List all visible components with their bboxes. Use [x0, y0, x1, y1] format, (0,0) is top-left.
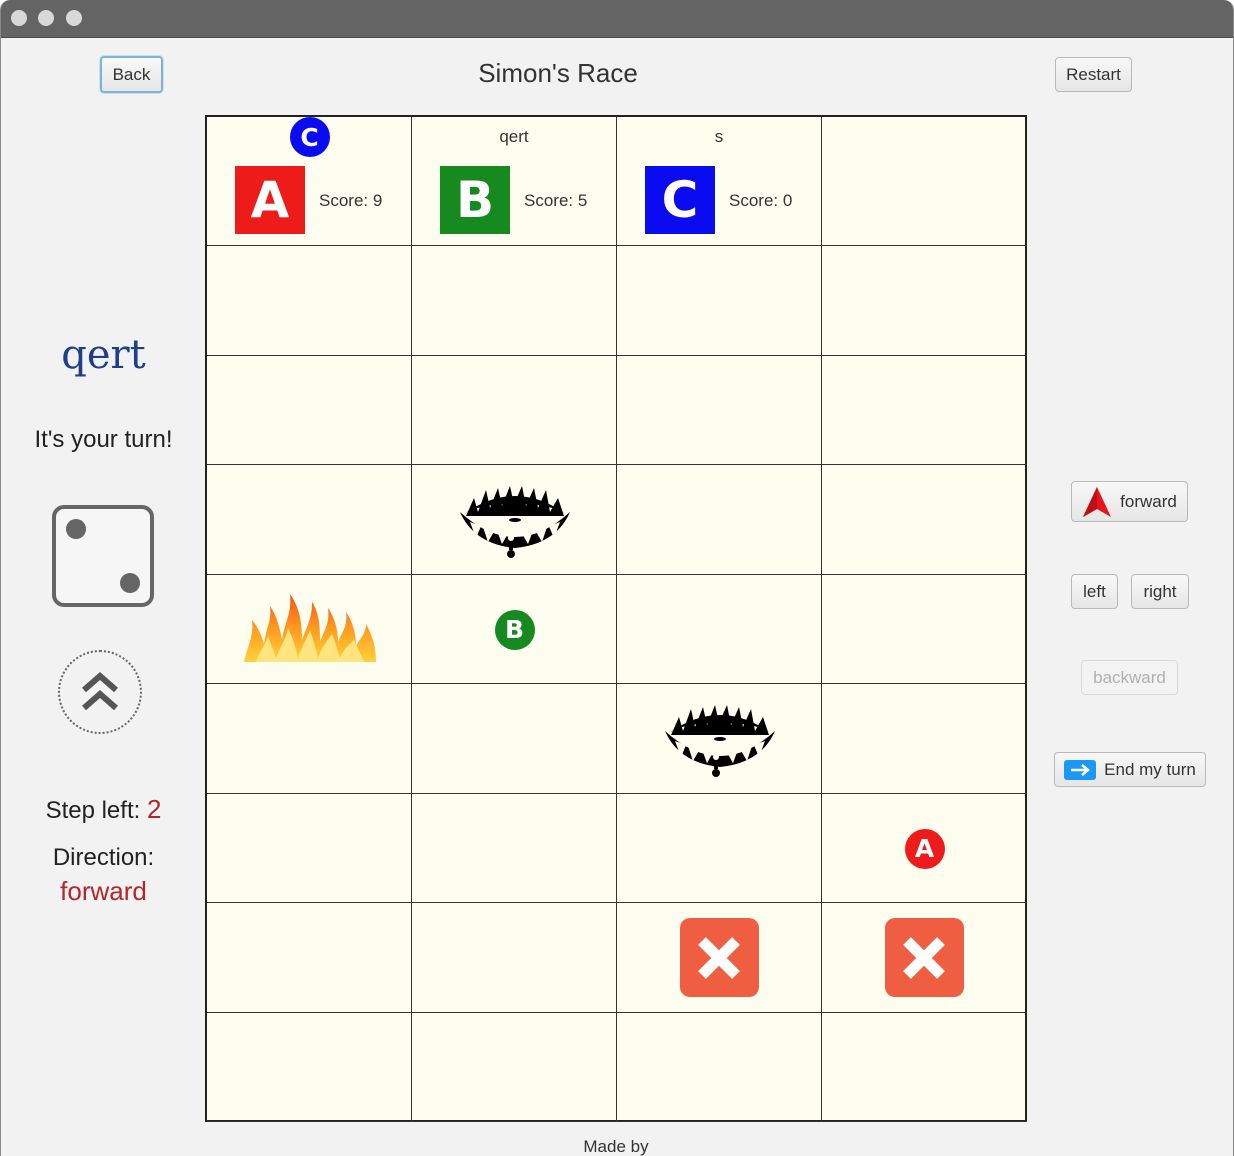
board-cell — [822, 684, 1027, 794]
board-cell — [617, 246, 822, 356]
step-left-indicator: Step left: 2 — [1, 794, 206, 825]
double-chevron-up-icon — [82, 672, 118, 711]
step-left-value: 2 — [146, 794, 162, 824]
direction-label: Direction: — [52, 844, 155, 871]
backward-button[interactable]: backward — [1081, 660, 1178, 695]
game-board: 1234 A Score: 9 qert B Score: 5 s C Scor… — [205, 115, 1027, 1122]
player-score: Score: 9 — [319, 191, 383, 210]
board-cell — [207, 794, 412, 903]
board-cell — [412, 684, 617, 794]
end-turn-label: End my turn — [1104, 759, 1196, 779]
minimize-window-button[interactable] — [38, 10, 54, 26]
turn-message: It's your turn! — [34, 426, 173, 453]
player-card-c: s C Score: 0 — [617, 117, 822, 246]
player-score: Score: 0 — [729, 191, 793, 210]
player-score: Score: 5 — [524, 191, 588, 210]
player-tile-a: A — [235, 166, 305, 234]
left-button[interactable]: left — [1071, 574, 1118, 609]
dice-pip — [120, 573, 140, 593]
roll-dice-button[interactable] — [58, 650, 142, 734]
board-cell — [822, 575, 1027, 684]
board-cell — [822, 1013, 1027, 1122]
player-tile-c: C — [645, 166, 715, 234]
forward-button[interactable]: forward — [1071, 481, 1188, 522]
board-cell — [207, 684, 412, 794]
dice-face[interactable] — [52, 505, 154, 607]
player-name: qert — [499, 127, 529, 146]
board-cell — [412, 903, 617, 1013]
board-cell — [617, 465, 822, 575]
player-token-c: C — [289, 117, 330, 157]
zoom-window-button[interactable] — [66, 10, 82, 26]
board-cell — [412, 1013, 617, 1122]
player-tile-b: B — [440, 166, 510, 234]
footer-credit: Made by — [583, 1137, 649, 1156]
dice-pip — [66, 519, 86, 539]
board-cell — [822, 465, 1027, 575]
forward-label: forward — [1120, 491, 1177, 511]
close-window-button[interactable] — [11, 10, 27, 26]
board-cell — [412, 794, 617, 903]
player-name: s — [714, 127, 724, 146]
board-cell — [207, 903, 412, 1013]
board-cell — [617, 575, 822, 684]
board-cell — [207, 465, 412, 575]
current-player-name: qert — [61, 332, 146, 378]
arrow-right-icon — [1064, 759, 1097, 780]
board-cell — [617, 794, 822, 903]
board-cell — [617, 356, 822, 465]
direction-value: forward — [60, 876, 147, 906]
bear-trap-icon — [661, 701, 779, 782]
player-token-b: B — [494, 609, 535, 650]
board-cell — [822, 356, 1027, 465]
player-token-a: A — [904, 828, 945, 869]
game-title: Simon's Race — [478, 58, 638, 88]
board-cell — [412, 356, 617, 465]
step-left-label: Step left: — [45, 797, 147, 824]
restart-button[interactable]: Restart — [1055, 57, 1132, 92]
title-bar — [1, 0, 1233, 38]
board-cell — [617, 1013, 822, 1122]
board-cell — [207, 1013, 412, 1122]
blocked-x-icon — [884, 918, 964, 997]
blocked-x-icon — [679, 918, 759, 997]
board-cell — [207, 356, 412, 465]
red-arrow-up-icon — [1083, 486, 1112, 517]
right-button[interactable]: right — [1131, 574, 1189, 609]
bear-trap-icon — [456, 482, 574, 563]
fire-icon — [240, 584, 380, 673]
board-cell — [822, 246, 1027, 356]
end-turn-button[interactable]: End my turn — [1054, 752, 1206, 787]
player-card-b: qert B Score: 5 — [412, 117, 617, 246]
board-cell — [412, 246, 617, 356]
board-cell — [207, 246, 412, 356]
app-window: Back Simon's Race Restart qert It's your… — [0, 0, 1234, 1156]
player-card-empty — [822, 117, 1027, 246]
